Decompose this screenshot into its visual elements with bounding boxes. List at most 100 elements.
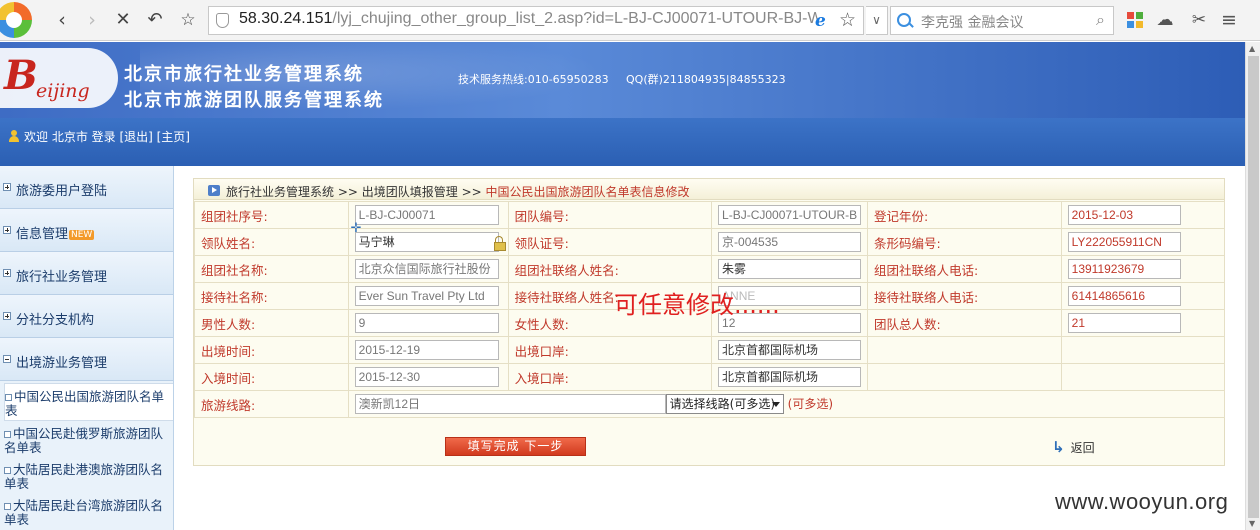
male-count-input[interactable]: 9 xyxy=(354,313,499,333)
route-select[interactable]: 请选择线路(可多选) xyxy=(665,394,784,414)
nav-item-label: 出境游业务管理 xyxy=(16,356,108,371)
field-label: 接待社联络人电话: xyxy=(867,282,1062,310)
empty-cell xyxy=(1060,336,1226,364)
route-select-value: 请选择线路(可多选) xyxy=(669,397,776,411)
field-label: 组团社名称: xyxy=(194,255,349,283)
url-host: 58.30.24.151 xyxy=(239,10,333,27)
nav-item-outbound-business[interactable]: 出境游业务管理 xyxy=(0,338,173,381)
lock-icon[interactable] xyxy=(493,236,506,251)
leader-cert-input[interactable]: 京-004535 xyxy=(718,232,862,252)
barcode-input[interactable]: LY222055911CN xyxy=(1067,232,1181,252)
receiving-agency-input[interactable]: Ever Sun Travel Pty Ltd xyxy=(354,286,499,306)
nav-item-info-management[interactable]: 信息管理 NEW xyxy=(0,209,173,252)
field-cell: 京-004535 xyxy=(711,228,869,256)
field-label: 入境口岸: xyxy=(507,363,713,391)
departure-date-input[interactable]: 2015-12-19 xyxy=(354,340,499,360)
table-row: 出境时间: 2015-12-19 出境口岸: 北京首都国际机场 xyxy=(194,336,1226,364)
vertical-scrollbar[interactable]: ▲ ▼ xyxy=(1245,42,1260,530)
scroll-up-icon[interactable]: ▲ xyxy=(1249,44,1255,53)
ie-icon[interactable]: e xyxy=(815,11,826,31)
agency-phone-input[interactable]: 13911923679 xyxy=(1067,259,1181,279)
undo-icon[interactable]: ↶ xyxy=(143,8,167,32)
nav-sub-label: 中国公民赴俄罗斯旅游团队名单表 xyxy=(4,426,164,455)
field-cell: 21 xyxy=(1060,309,1226,337)
nav-item-label-wrap: 信息管理 NEW xyxy=(16,223,95,242)
search-icon[interactable]: ⌕ xyxy=(1096,10,1105,30)
field-cell: Ever Sun Travel Pty Ltd xyxy=(347,282,509,310)
field-cell: 澳新凯12日 请选择线路(可多选) (可多选) xyxy=(347,390,1226,418)
back-label: 返回 xyxy=(1070,441,1095,455)
agency-name-input[interactable]: 北京众信国际旅行社股份 xyxy=(354,259,499,279)
nav-sub-taiwan-list[interactable]: 大陆居民赴台湾旅游团队名单表 xyxy=(0,493,173,529)
register-year-input[interactable]: 2015-12-03 xyxy=(1067,205,1181,225)
field-cell: 北京众信国际旅行社股份 xyxy=(347,255,509,283)
item-bullet-icon xyxy=(5,394,12,401)
address-url[interactable]: 58.30.24.151/lyj_chujing_other_group_lis… xyxy=(239,10,819,28)
entry-port-input[interactable]: 北京首都国际机场 xyxy=(718,367,862,387)
cloud-icon[interactable]: ☁ xyxy=(1154,9,1176,31)
route-input[interactable]: 澳新凯12日 xyxy=(354,394,666,414)
field-cell: 13911923679 xyxy=(1060,255,1226,283)
nav-item-branches[interactable]: 分社分支机构 xyxy=(0,295,173,338)
scroll-down-icon[interactable]: ▼ xyxy=(1249,519,1255,528)
next-step-button[interactable]: 填写完成 下一步 xyxy=(445,437,586,456)
breadcrumb-separator: >> xyxy=(457,185,486,199)
scroll-thumb[interactable] xyxy=(1248,56,1259,518)
back-link[interactable]: ↳ 返回 xyxy=(1052,438,1095,456)
expand-icon[interactable] xyxy=(3,183,11,191)
welcome-text[interactable]: 欢迎 北京市 登录 [退出] [主页] xyxy=(24,128,190,145)
address-bar[interactable]: 58.30.24.151/lyj_chujing_other_group_lis… xyxy=(208,6,864,35)
agency-contact-input[interactable]: 朱雾 xyxy=(718,259,862,279)
user-bar: 欢迎 北京市 登录 [退出] [主页] xyxy=(0,118,1245,166)
breadcrumb-arrow-icon xyxy=(208,185,220,196)
menu-icon[interactable]: ≡ xyxy=(1218,9,1240,31)
receiving-phone-input[interactable]: 61414865616 xyxy=(1067,286,1181,306)
expand-icon[interactable] xyxy=(3,312,11,320)
expand-icon[interactable] xyxy=(3,226,11,234)
team-number-input[interactable]: L-BJ-CJ00071-UTOUR-B xyxy=(718,205,862,225)
nav-item-agency-business[interactable]: 旅行社业务管理 xyxy=(0,252,173,295)
field-cell: 北京首都国际机场 xyxy=(711,336,869,364)
address-dropdown-icon[interactable]: ∨ xyxy=(866,6,888,35)
search-box[interactable]: 李克强 金融会议 ⌕ xyxy=(890,6,1114,35)
system-title-2: 北京市旅游团队服务管理系统 xyxy=(124,90,384,111)
collapse-icon[interactable] xyxy=(3,355,11,363)
breadcrumb-item[interactable]: 出境团队填报管理 xyxy=(362,185,458,199)
field-label: 领队证号: xyxy=(507,228,713,256)
stop-icon[interactable]: ✕ xyxy=(111,8,135,32)
search-text[interactable]: 李克强 金融会议 xyxy=(921,12,1023,32)
search-engine-icon xyxy=(897,13,911,27)
entry-date-input[interactable]: 2015-12-30 xyxy=(354,367,499,387)
cut-icon[interactable]: ✂ xyxy=(1188,9,1210,31)
forward-icon[interactable]: › xyxy=(80,8,104,32)
item-bullet-icon xyxy=(4,431,11,438)
browser-logo-icon[interactable] xyxy=(0,2,32,38)
bookmark-star-icon[interactable]: ☆ xyxy=(839,9,856,31)
field-label: 组团社联络人姓名: xyxy=(507,255,713,283)
total-count-input[interactable]: 21 xyxy=(1067,313,1181,333)
edit-form-panel: 旅行社业务管理系统 >> 出境团队填报管理 >> 中国公民出国旅游团队名单表信息… xyxy=(193,178,1226,466)
expand-icon[interactable] xyxy=(3,269,11,277)
field-cell: 2015-12-03 xyxy=(1060,201,1226,229)
watermark: www.wooyun.org xyxy=(1055,489,1229,514)
field-cell: 马宁琳 xyxy=(347,228,509,256)
item-bullet-icon xyxy=(4,467,11,474)
apps-icon[interactable] xyxy=(1124,9,1146,31)
back-icon[interactable]: ‹ xyxy=(50,8,74,32)
leader-name-input[interactable]: 马宁琳 xyxy=(354,232,499,252)
agency-seq-input[interactable]: L-BJ-CJ00071 xyxy=(354,205,499,225)
field-cell: 北京首都国际机场 xyxy=(711,363,869,391)
star-icon[interactable]: ☆ xyxy=(176,8,200,32)
browser-toolbar: ‹ › ✕ ↶ ☆ 58.30.24.151/lyj_chujing_other… xyxy=(0,0,1260,41)
logo-word: eijing xyxy=(36,80,90,102)
nav-sub-hkmacao-list[interactable]: 大陆居民赴港澳旅游团队名单表 xyxy=(0,457,173,493)
nav-item-label: 旅游委用户登陆 xyxy=(16,184,108,199)
field-label: 组团社联络人电话: xyxy=(867,255,1062,283)
nav-item-tourism-login[interactable]: 旅游委用户登陆 xyxy=(0,166,173,209)
logo-letter: B xyxy=(4,52,38,99)
nav-sub-label: 大陆居民赴台湾旅游团队名单表 xyxy=(4,498,164,527)
breadcrumb-item[interactable]: 旅行社业务管理系统 xyxy=(226,185,334,199)
departure-port-input[interactable]: 北京首都国际机场 xyxy=(718,340,862,360)
nav-sub-outbound-list[interactable]: 中国公民出国旅游团队名单表 xyxy=(4,383,173,421)
nav-sub-russia-list[interactable]: 中国公民赴俄罗斯旅游团队名单表 xyxy=(0,421,173,457)
